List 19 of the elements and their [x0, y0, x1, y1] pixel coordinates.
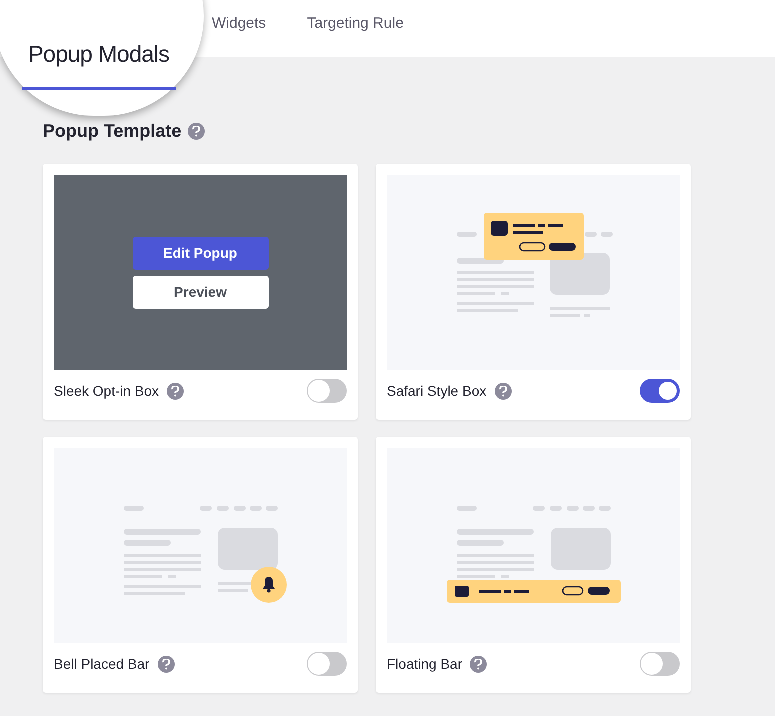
- tab[interactable]: Popup Modals: [22, 15, 176, 90]
- toggle-switch[interactable]: [640, 379, 680, 403]
- tab[interactable]: Targeting Rule: [307, 13, 404, 36]
- template-name: Bell Placed Bar: [54, 654, 150, 674]
- toggle-switch[interactable]: [640, 652, 680, 676]
- help-icon[interactable]: [188, 122, 205, 140]
- help-icon[interactable]: [494, 382, 512, 400]
- template-name: Floating Bar: [387, 654, 462, 674]
- help-icon[interactable]: [470, 656, 488, 672]
- toggle-switch[interactable]: [307, 379, 347, 403]
- template-name: Safari Style Box: [387, 382, 487, 401]
- edit-popup-button[interactable]: Edit Popup: [132, 236, 268, 270]
- help-icon[interactable]: [167, 382, 184, 400]
- section-title: Popup Template: [43, 120, 182, 143]
- tab[interactable]: Widgets: [212, 13, 266, 36]
- template-name: Sleek Opt-in Box: [54, 382, 160, 401]
- toggle-switch[interactable]: [307, 652, 347, 676]
- preview-button[interactable]: Preview: [132, 276, 268, 308]
- help-icon[interactable]: [158, 656, 175, 672]
